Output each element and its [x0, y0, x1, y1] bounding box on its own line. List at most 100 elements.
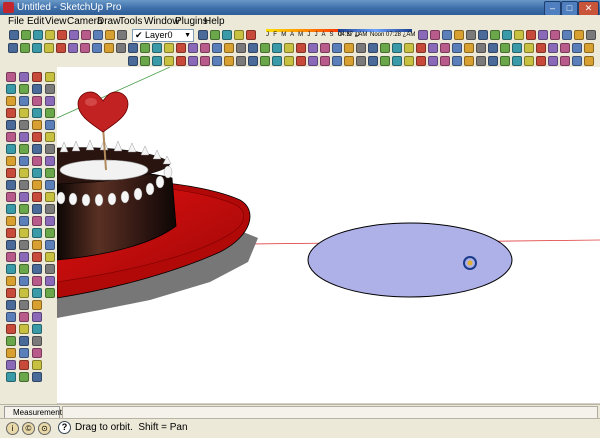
menu-tools[interactable]: Tools — [119, 16, 142, 28]
row3-tool-button-1[interactable] — [128, 56, 138, 66]
row2-tool-button-37[interactable] — [440, 43, 450, 53]
row2-tool-button-17[interactable] — [200, 43, 210, 53]
row3-tool-button-9[interactable] — [224, 56, 234, 66]
left-tool-button-85[interactable] — [32, 324, 42, 334]
left-tool-button-72[interactable] — [45, 276, 55, 286]
row3-tool-button-23[interactable] — [392, 56, 402, 66]
left-tool-button-88[interactable] — [32, 336, 42, 346]
left-tool-button-71[interactable] — [32, 276, 42, 286]
left-tool-button-17[interactable] — [6, 120, 16, 130]
row3-tool-button-21[interactable] — [368, 56, 378, 66]
row1-tool-button-13[interactable] — [222, 30, 232, 40]
left-tool-button-30[interactable] — [19, 156, 29, 166]
row3-tool-button-5[interactable] — [176, 56, 186, 66]
left-tool-button-91[interactable] — [32, 348, 42, 358]
left-tool-button-37[interactable] — [6, 180, 16, 190]
row2-tool-button-23[interactable] — [272, 43, 282, 53]
row3-tool-button-39[interactable] — [584, 56, 594, 66]
left-tool-button-14[interactable] — [19, 108, 29, 118]
row1-tool-button-25[interactable] — [526, 30, 536, 40]
left-tool-button-28[interactable] — [45, 144, 55, 154]
left-tool-button-83[interactable] — [6, 324, 16, 334]
row3-tool-button-22[interactable] — [380, 56, 390, 66]
row1-tool-button-29[interactable] — [574, 30, 584, 40]
row1-tool-button-18[interactable] — [442, 30, 452, 40]
left-tool-button-77[interactable] — [6, 300, 16, 310]
row2-tool-button-3[interactable] — [32, 43, 42, 53]
row2-tool-button-19[interactable] — [224, 43, 234, 53]
row1-tool-button-14[interactable] — [234, 30, 244, 40]
left-tool-button-95[interactable] — [6, 372, 16, 382]
row3-tool-button-33[interactable] — [512, 56, 522, 66]
row2-tool-button-15[interactable] — [176, 43, 186, 53]
row1-tool-button-20[interactable] — [466, 30, 476, 40]
minimize-button[interactable]: – — [544, 1, 561, 16]
left-tool-button-8[interactable] — [45, 84, 55, 94]
menu-help[interactable]: Help — [204, 16, 225, 28]
row1-tool-button-4[interactable] — [45, 30, 55, 40]
left-tool-button-68[interactable] — [45, 264, 55, 274]
left-tool-button-42[interactable] — [19, 192, 29, 202]
left-tool-button-89[interactable] — [6, 348, 16, 358]
left-tool-button-80[interactable] — [6, 312, 16, 322]
left-tool-button-35[interactable] — [32, 168, 42, 178]
row2-tool-button-18[interactable] — [212, 43, 222, 53]
row3-tool-button-32[interactable] — [500, 56, 510, 66]
row3-tool-button-36[interactable] — [548, 56, 558, 66]
left-tool-button-22[interactable] — [19, 132, 29, 142]
menu-edit[interactable]: Edit — [27, 16, 44, 28]
menu-view[interactable]: View — [45, 16, 67, 28]
row1-tool-button-30[interactable] — [586, 30, 596, 40]
left-tool-button-73[interactable] — [6, 288, 16, 298]
left-tool-button-39[interactable] — [32, 180, 42, 190]
left-tool-button-50[interactable] — [19, 216, 29, 226]
left-tool-button-31[interactable] — [32, 156, 42, 166]
left-tool-button-90[interactable] — [19, 348, 29, 358]
row1-tool-button-5[interactable] — [57, 30, 67, 40]
left-tool-button-79[interactable] — [32, 300, 42, 310]
row3-tool-button-13[interactable] — [272, 56, 282, 66]
row1-tool-button-9[interactable] — [105, 30, 115, 40]
left-tool-button-44[interactable] — [45, 192, 55, 202]
row2-tool-button-10[interactable] — [116, 43, 126, 53]
left-tool-button-34[interactable] — [19, 168, 29, 178]
row1-tool-button-10[interactable] — [117, 30, 127, 40]
row2-tool-button-49[interactable] — [584, 43, 594, 53]
left-tool-button-27[interactable] — [32, 144, 42, 154]
row1-tool-button-2[interactable] — [21, 30, 31, 40]
row3-tool-button-4[interactable] — [164, 56, 174, 66]
user-icon[interactable]: ⊙ — [38, 422, 51, 435]
row2-tool-button-2[interactable] — [20, 43, 30, 53]
left-tool-button-57[interactable] — [6, 240, 16, 250]
left-tool-button-43[interactable] — [32, 192, 42, 202]
left-tool-button-53[interactable] — [6, 228, 16, 238]
row2-tool-button-38[interactable] — [452, 43, 462, 53]
left-tool-button-67[interactable] — [32, 264, 42, 274]
row3-tool-button-27[interactable] — [440, 56, 450, 66]
left-tool-button-38[interactable] — [19, 180, 29, 190]
row3-tool-button-2[interactable] — [140, 56, 150, 66]
layer-select[interactable]: ✔ Layer0 ▼ — [132, 29, 194, 42]
row3-tool-button-6[interactable] — [188, 56, 198, 66]
row2-tool-button-40[interactable] — [476, 43, 486, 53]
row3-tool-button-19[interactable] — [344, 56, 354, 66]
row2-tool-button-31[interactable] — [368, 43, 378, 53]
row2-tool-button-28[interactable] — [332, 43, 342, 53]
left-tool-button-48[interactable] — [45, 204, 55, 214]
row2-tool-button-46[interactable] — [548, 43, 558, 53]
row2-tool-button-24[interactable] — [284, 43, 294, 53]
row2-tool-button-33[interactable] — [392, 43, 402, 53]
row2-tool-button-5[interactable] — [56, 43, 66, 53]
menu-plugins[interactable]: Plugins — [175, 16, 208, 28]
row2-tool-button-41[interactable] — [488, 43, 498, 53]
row1-tool-button-26[interactable] — [538, 30, 548, 40]
row1-tool-button-23[interactable] — [502, 30, 512, 40]
left-tool-button-93[interactable] — [19, 360, 29, 370]
left-tool-button-45[interactable] — [6, 204, 16, 214]
row2-tool-button-43[interactable] — [512, 43, 522, 53]
row2-tool-button-11[interactable] — [128, 43, 138, 53]
left-tool-button-61[interactable] — [6, 252, 16, 262]
left-tool-button-1[interactable] — [6, 72, 16, 82]
left-tool-button-11[interactable] — [32, 96, 42, 106]
row2-tool-button-30[interactable] — [356, 43, 366, 53]
